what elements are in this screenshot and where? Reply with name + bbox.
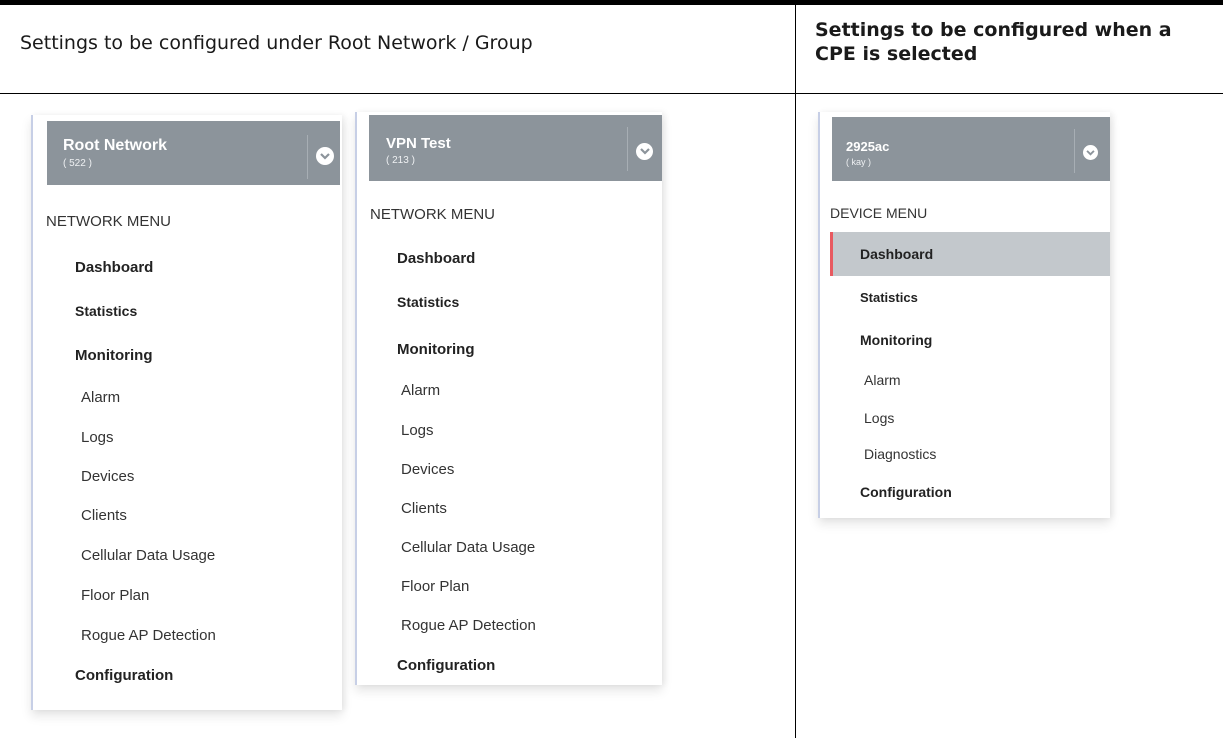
menu-item-devices[interactable]: Devices <box>401 461 454 478</box>
device-selector[interactable]: 2925ac ( kay ) <box>832 117 1110 181</box>
menu-item-alarm[interactable]: Alarm <box>864 372 901 388</box>
menu-item-clients[interactable]: Clients <box>401 500 447 517</box>
menu-item-configuration[interactable]: Configuration <box>75 667 173 684</box>
menu-item-statistics[interactable]: Statistics <box>860 290 918 305</box>
menu-item-devices[interactable]: Devices <box>81 468 134 485</box>
menu-section-title: NETWORK MENU <box>370 206 495 223</box>
column-header-right: Settings to be configured when a CPE is … <box>815 19 1172 65</box>
chevron-down-icon[interactable] <box>1083 145 1098 160</box>
column-header-left: Settings to be configured under Root Net… <box>20 32 533 54</box>
menu-item-clients[interactable]: Clients <box>81 507 127 524</box>
menu-item-statistics[interactable]: Statistics <box>75 303 137 319</box>
menu-section-title: NETWORK MENU <box>46 213 171 230</box>
network-device-count: ( 522 ) <box>63 158 92 169</box>
menu-item-dashboard[interactable]: Dashboard <box>860 246 933 262</box>
menu-item-monitoring[interactable]: Monitoring <box>860 332 932 348</box>
menu-item-logs[interactable]: Logs <box>864 410 894 426</box>
menu-item-cellular-data-usage[interactable]: Cellular Data Usage <box>401 539 535 556</box>
network-name: VPN Test <box>386 135 451 152</box>
menu-item-rogue-ap-detection[interactable]: Rogue AP Detection <box>401 617 536 634</box>
menu-item-alarm[interactable]: Alarm <box>81 389 120 406</box>
menu-item-statistics[interactable]: Statistics <box>397 294 459 310</box>
table-top-border <box>0 0 1223 5</box>
root-network-menu-panel: Root Network ( 522 ) NETWORK MENU Dashbo… <box>31 115 342 710</box>
device-menu-panel: 2925ac ( kay ) DEVICE MENU Dashboard Sta… <box>818 112 1110 518</box>
network-selector[interactable]: VPN Test ( 213 ) <box>369 115 662 181</box>
menu-item-configuration[interactable]: Configuration <box>397 657 495 674</box>
menu-section-title: DEVICE MENU <box>830 205 928 221</box>
menu-item-logs[interactable]: Logs <box>401 422 434 439</box>
menu-item-floor-plan[interactable]: Floor Plan <box>401 578 469 595</box>
menu-item-alarm[interactable]: Alarm <box>401 382 440 399</box>
menu-item-rogue-ap-detection[interactable]: Rogue AP Detection <box>81 627 216 644</box>
selector-divider <box>307 135 308 179</box>
menu-item-logs[interactable]: Logs <box>81 429 114 446</box>
menu-item-dashboard[interactable]: Dashboard <box>397 250 475 267</box>
network-name: Root Network <box>63 137 167 154</box>
menu-item-cellular-data-usage[interactable]: Cellular Data Usage <box>81 547 215 564</box>
selector-divider <box>627 127 628 171</box>
vpn-test-menu-panel: VPN Test ( 213 ) NETWORK MENU Dashboard … <box>355 112 662 685</box>
network-device-count: ( 213 ) <box>386 155 415 166</box>
menu-item-monitoring[interactable]: Monitoring <box>75 347 152 364</box>
menu-item-diagnostics[interactable]: Diagnostics <box>864 446 936 462</box>
device-owner: ( kay ) <box>846 157 872 167</box>
menu-item-floor-plan[interactable]: Floor Plan <box>81 587 149 604</box>
menu-item-configuration[interactable]: Configuration <box>860 484 952 500</box>
chevron-down-icon[interactable] <box>316 147 334 165</box>
table-header-divider <box>0 93 1223 94</box>
selector-divider <box>1074 129 1075 173</box>
menu-item-dashboard[interactable]: Dashboard <box>75 259 153 276</box>
table-column-divider <box>795 5 796 738</box>
chevron-down-icon[interactable] <box>636 143 653 160</box>
menu-item-monitoring[interactable]: Monitoring <box>397 341 474 358</box>
device-name: 2925ac <box>846 139 890 154</box>
network-selector[interactable]: Root Network ( 522 ) <box>47 121 340 185</box>
